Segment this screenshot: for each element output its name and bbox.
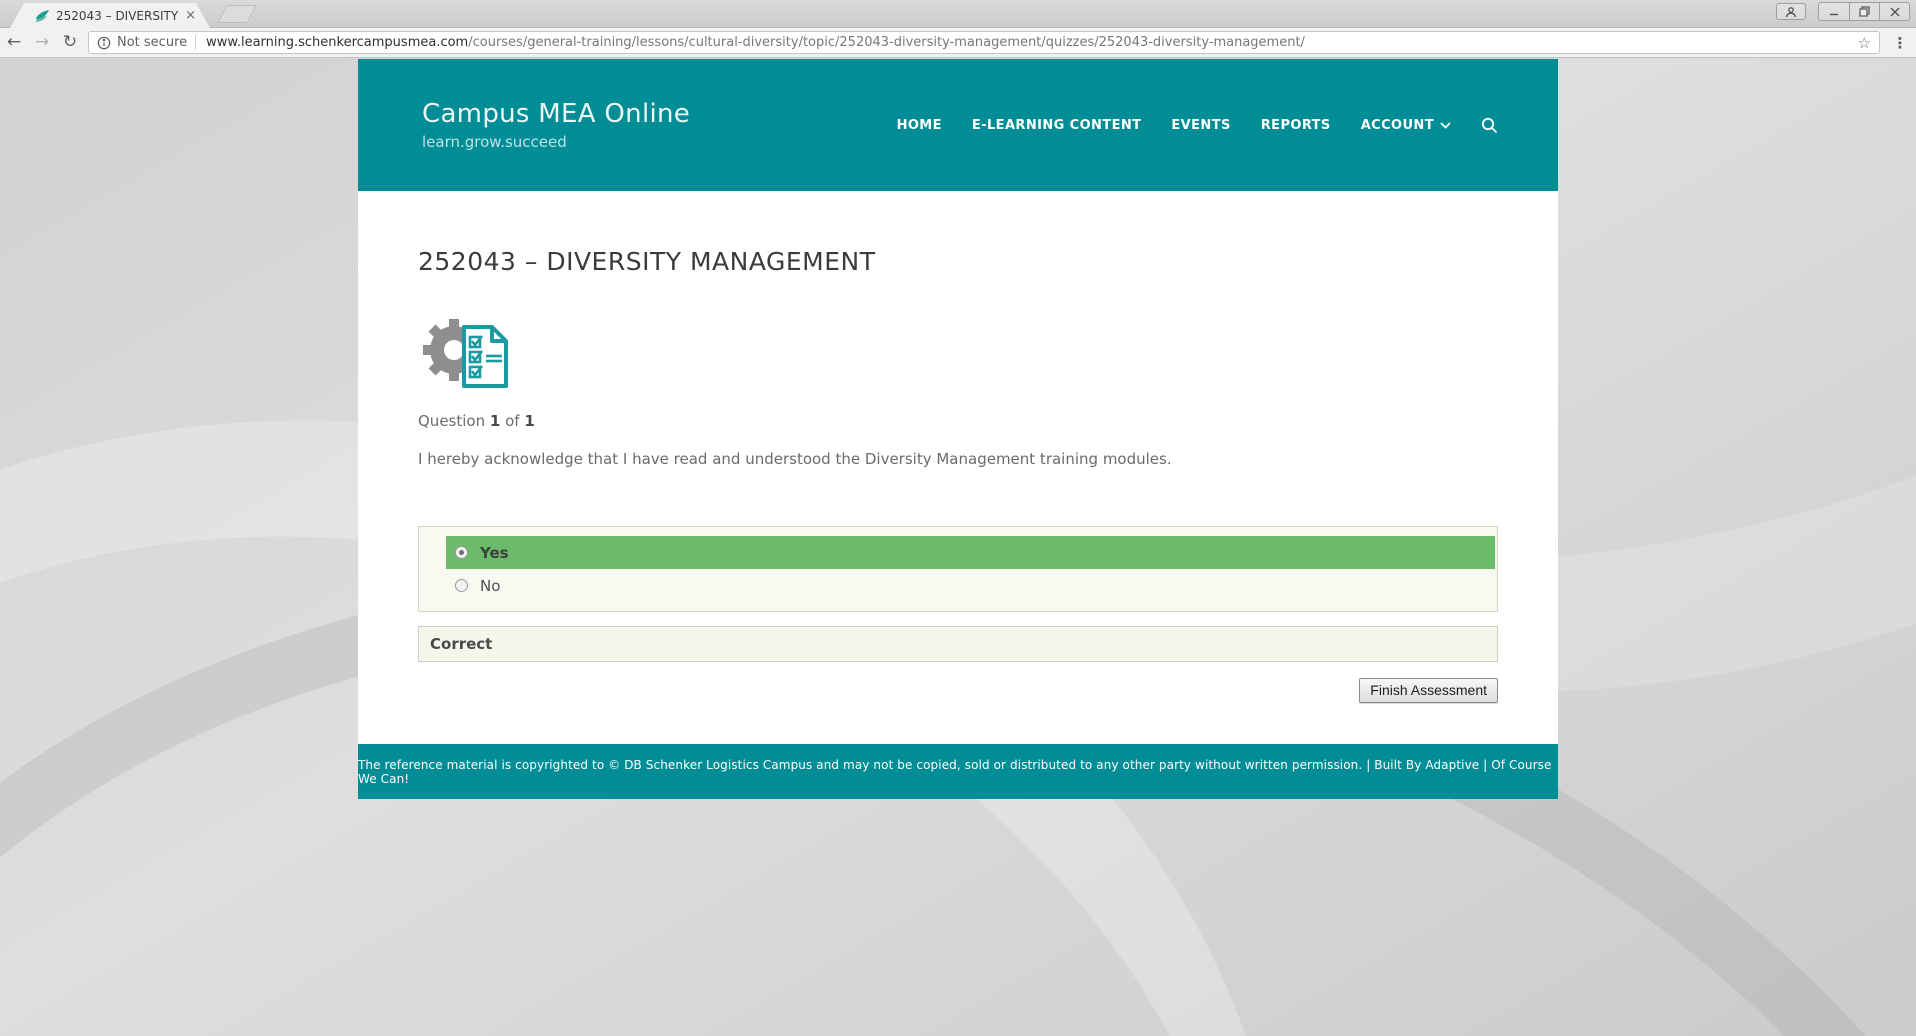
nav-item-reports[interactable]: REPORTS [1261,118,1331,133]
forward-icon[interactable]: → [28,34,56,51]
browser-toolbar: ← → ↻ Not secure www.learning.schenkerca… [0,28,1916,58]
browser-menu-icon[interactable]: ⋮ [1888,34,1912,52]
footer-text: The reference material is copyrighted to… [358,758,1558,786]
new-tab-button[interactable] [217,5,257,23]
nav-item-elearning-content[interactable]: E-LEARNING CONTENT [972,118,1141,133]
browser-window: 252043 – DIVERSITY MAN × [0,0,1916,1036]
question-total: 1 [524,412,534,430]
quiz-gear-checklist-icon [420,314,1498,390]
url-domain: www.learning.schenkercampusmea.com [206,35,468,50]
option-row-yes[interactable]: Yes [446,536,1495,569]
site-footer: The reference material is copyrighted to… [358,744,1558,799]
logo-title: Campus MEA Online [422,99,690,129]
close-icon[interactable] [1879,3,1909,20]
page-title: 252043 – DIVERSITY MANAGEMENT [418,247,1498,276]
omnibox-divider [195,35,196,50]
search-icon[interactable] [1481,117,1498,134]
info-icon[interactable] [97,36,111,50]
question-progress: Question 1 of 1 [418,412,1498,430]
site-header: Campus MEA Online learn.grow.succeed HOM… [358,59,1558,191]
main-navigation: HOME E-LEARNING CONTENT EVENTS REPORTS A… [897,117,1498,134]
bookmark-star-icon[interactable]: ☆ [1858,34,1871,52]
window-controls [1776,2,1910,21]
url-path: /courses/general-training/lessons/cultur… [468,35,1305,50]
tab-bar: 252043 – DIVERSITY MAN × [0,0,1916,28]
question-progress-of: of [505,412,519,430]
site-logo[interactable]: Campus MEA Online learn.grow.succeed [422,99,690,151]
reload-icon[interactable]: ↻ [56,34,84,51]
question-text: I hereby acknowledge that I have read an… [418,450,1498,468]
answer-options: Yes No [418,526,1498,612]
quiz-content: 252043 – DIVERSITY MANAGEMENT [358,191,1558,703]
nav-item-account-label: ACCOUNT [1361,118,1434,133]
button-row: Finish Assessment [418,678,1498,703]
nav-item-events[interactable]: EVENTS [1171,118,1230,133]
caption-buttons [1818,2,1910,21]
back-icon[interactable]: ← [0,34,28,51]
tab-title: 252043 – DIVERSITY MAN [56,9,179,23]
site-favicon-icon [34,8,50,24]
address-bar[interactable]: Not secure www.learning.schenkercampusme… [88,31,1880,54]
site-page: Campus MEA Online learn.grow.succeed HOM… [358,59,1558,799]
option-label-no: No [480,577,500,595]
radio-no[interactable] [455,579,468,592]
nav-item-account[interactable]: ACCOUNT [1361,118,1451,133]
chevron-down-icon [1440,122,1451,129]
url-text: www.learning.schenkercampusmea.com/cours… [206,35,1849,50]
feedback-box: Correct [418,626,1498,662]
nav-item-home[interactable]: HOME [897,118,942,133]
logo-tagline: learn.grow.succeed [422,133,690,151]
security-label: Not secure [117,35,187,50]
profile-icon[interactable] [1776,3,1806,20]
tab-close-icon[interactable]: × [185,9,196,22]
question-progress-prefix: Question [418,412,485,430]
question-current: 1 [490,412,500,430]
option-label-yes: Yes [480,544,509,562]
option-row-no[interactable]: No [446,569,1495,602]
web-page-viewport: Campus MEA Online learn.grow.succeed HOM… [0,59,1916,1036]
browser-tab[interactable]: 252043 – DIVERSITY MAN × [10,3,210,28]
finish-assessment-button[interactable]: Finish Assessment [1359,678,1498,703]
restore-icon[interactable] [1849,3,1879,20]
radio-yes[interactable] [455,546,468,559]
minimize-icon[interactable] [1819,3,1849,20]
